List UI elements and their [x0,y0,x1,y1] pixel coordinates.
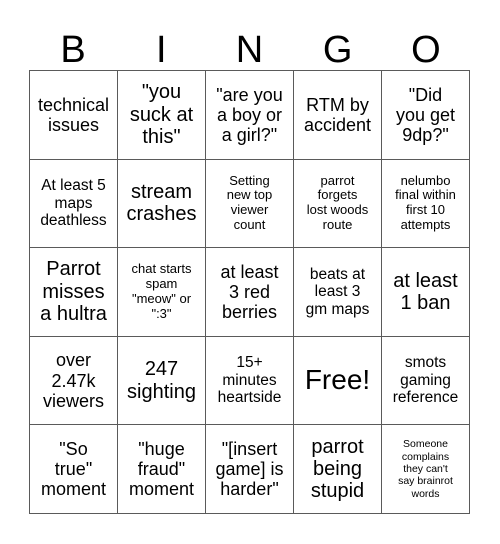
bingo-cell-label: "huge fraud" moment [128,438,195,500]
bingo-cell[interactable]: "Did you get 9dp?" [382,71,470,160]
bingo-cell[interactable]: at least 3 red berries [206,248,294,337]
bingo-cell[interactable]: 15+ minutes heartside [206,336,294,426]
bingo-cell[interactable]: "you suck at this" [118,71,206,160]
bingo-cell-label: technical issues [37,94,110,135]
bingo-cell[interactable]: nelumbo final within first 10 attempts [382,159,470,249]
bingo-cell-label: smots gaming reference [392,354,459,407]
bingo-cell-label: at least 3 red berries [220,261,279,323]
bingo-cell-label: stream crashes [126,181,197,226]
bingo-cell[interactable]: 247 sighting [118,336,206,426]
bingo-cell-label: Setting new top viewer count [226,172,273,233]
bingo-cell[interactable]: "huge fraud" moment [118,425,206,514]
bingo-cell[interactable]: over 2.47k viewers [30,336,118,426]
bingo-cell[interactable]: Someone complains they can't say brainro… [382,425,470,514]
bingo-cell-label: Someone complains they can't say brainro… [398,438,453,500]
bingo-cell-label: Free! [304,364,371,396]
bingo-cell-label: at least 1 ban [393,269,458,314]
header-letter-b: B [60,29,86,71]
bingo-cell[interactable]: "are you a boy or a girl?" [206,71,294,160]
bingo-cell[interactable]: parrot being stupid [294,425,382,514]
bingo-cell-label: chat starts spam "meow" or ":3" [131,261,192,321]
bingo-cell-label: RTM by accident [303,94,372,135]
bingo-cell-label: 247 sighting [127,358,196,403]
bingo-cell-label: nelumbo final within first 10 attempts [395,172,456,233]
header-letter-g: G [322,29,353,71]
bingo-cell-label: "So true" moment [40,438,107,500]
bingo-cell-label: parrot being stupid [310,435,365,503]
bingo-cell[interactable]: Free! [294,336,382,426]
bingo-cell[interactable]: chat starts spam "meow" or ":3" [118,248,206,337]
bingo-cell[interactable]: "[insert game] is harder" [206,425,294,514]
header-letter-n: N [235,29,264,71]
header-letter-o: O [411,29,441,71]
bingo-header: B I N G O [29,16,470,70]
bingo-cell-label: parrot forgets lost woods route [306,172,369,233]
bingo-cell-label: "Did you get 9dp?" [395,84,456,145]
bingo-cell-label: "[insert game] is harder" [215,438,284,500]
bingo-cell[interactable]: beats at least 3 gm maps [294,248,382,337]
bingo-cell[interactable]: smots gaming reference [382,336,470,426]
bingo-cell[interactable]: Parrot misses a hultra [30,248,118,337]
bingo-cell[interactable]: at least 1 ban [382,248,470,337]
bingo-cell[interactable]: At least 5 maps deathless [30,159,118,249]
bingo-cell[interactable]: stream crashes [118,159,206,249]
bingo-grid: technical issues "you suck at this" "are y… [29,70,470,514]
bingo-cell-label: over 2.47k viewers [42,350,104,411]
bingo-cell[interactable]: RTM by accident [294,71,382,160]
bingo-cell[interactable]: "So true" moment [30,425,118,514]
bingo-cell-label: 15+ minutes heartside [217,354,282,407]
header-letter-i: I [156,29,167,71]
bingo-card: B I N G O technical issues "you suck at t… [0,0,500,544]
bingo-cell-label: beats at least 3 gm maps [305,265,370,318]
bingo-cell-label: "are you a boy or a girl?" [216,84,283,145]
bingo-cell[interactable]: parrot forgets lost woods route [294,159,382,249]
bingo-cell[interactable]: Setting new top viewer count [206,159,294,249]
bingo-cell-label: "you suck at this" [129,81,194,148]
bingo-cell-label: At least 5 maps deathless [40,176,107,230]
bingo-cell[interactable]: technical issues [30,71,118,160]
bingo-cell-label: Parrot misses a hultra [40,258,107,326]
